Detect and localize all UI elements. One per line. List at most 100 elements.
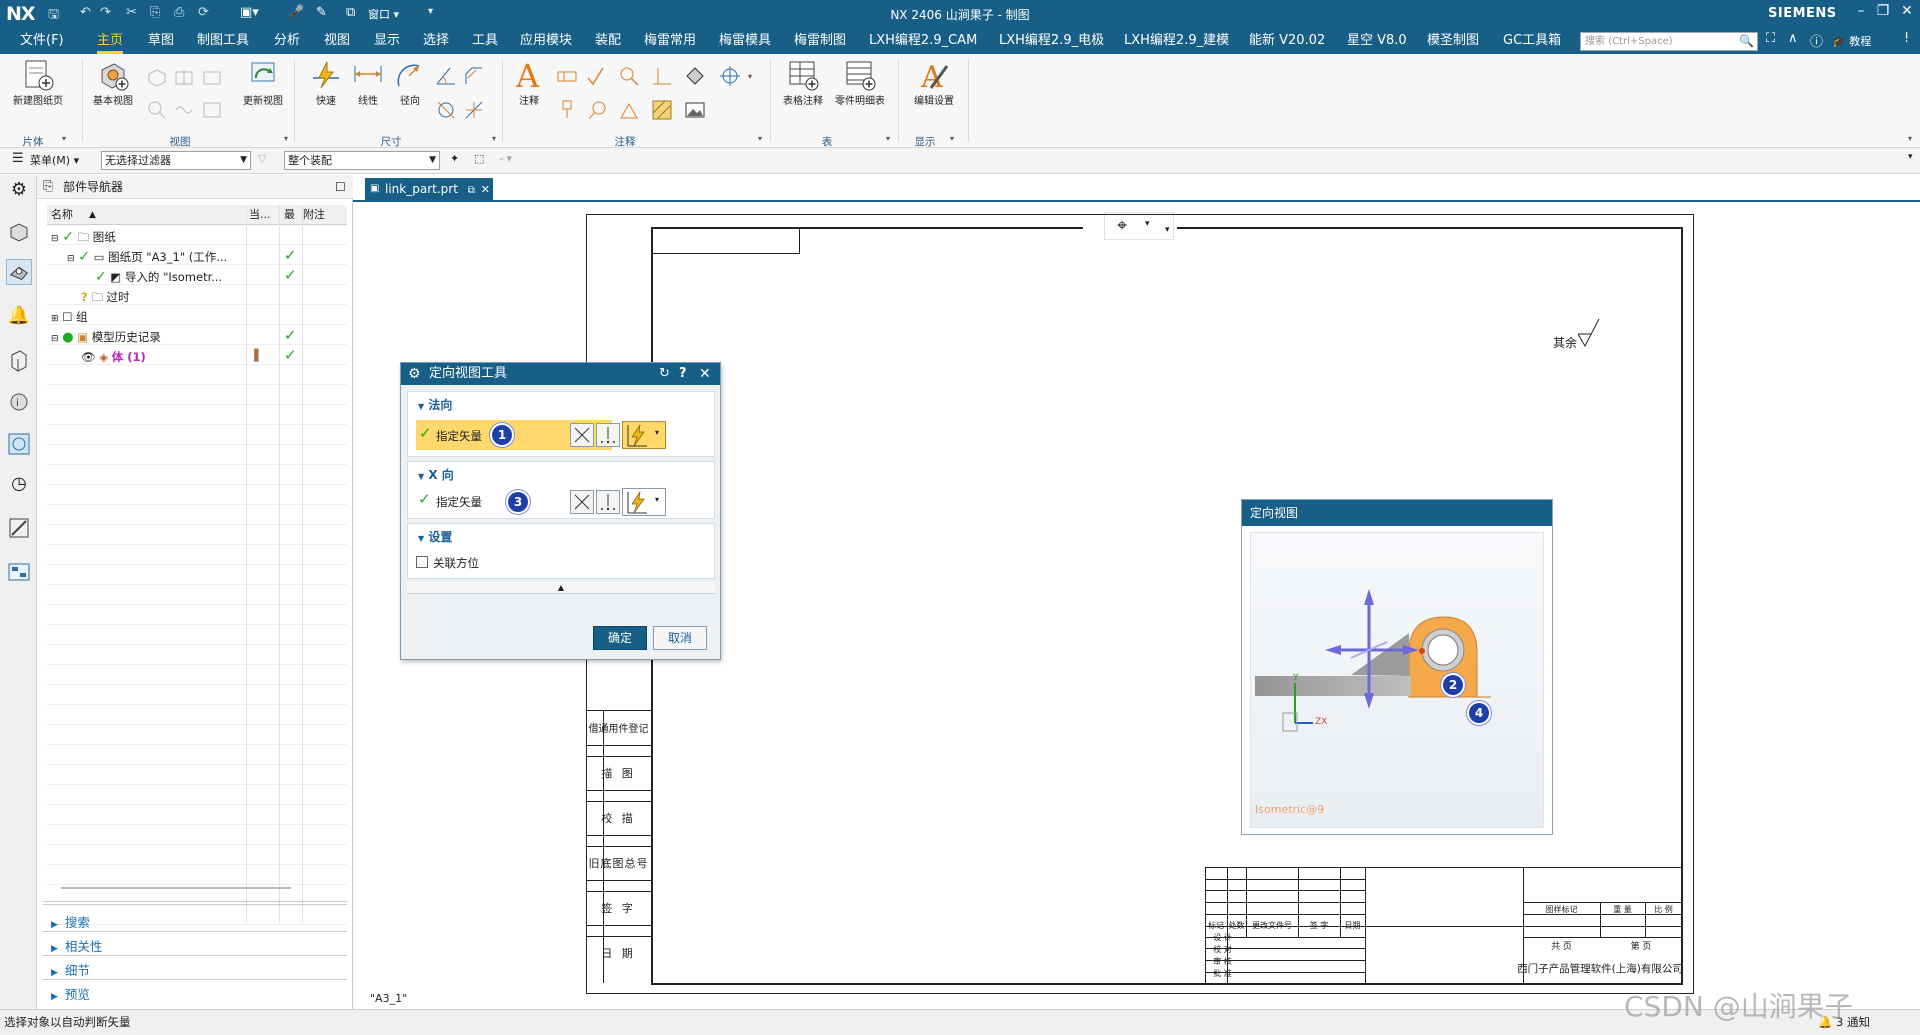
angular-dimension-icon[interactable] <box>434 64 458 88</box>
restore-icon[interactable]: ❐ <box>1870 3 1896 25</box>
panel-dependencies[interactable]: ▶ 相关性 <box>51 936 102 955</box>
thickness-dimension-icon[interactable] <box>434 98 458 122</box>
tree-item-model-history[interactable]: ⊟ ● ▣ 模型历史记录 <box>51 327 161 347</box>
group-view-dropdown[interactable]: ▾ <box>284 134 288 143</box>
sort-ascending-icon[interactable]: ▲ <box>89 205 96 225</box>
tree-item-body[interactable]: 👁 ◈ 体 (1) <box>81 347 146 367</box>
group-dimension-dropdown[interactable]: ▾ <box>492 134 496 143</box>
menu-tools[interactable]: 工具 <box>472 28 498 54</box>
tree-item-sheet-a3[interactable]: ⊟ ✓ ▭ 图纸页 "A3_1" (工作... <box>67 247 227 267</box>
section-normal-toggle[interactable]: ▼ 法向 <box>418 396 452 413</box>
panel-details[interactable]: ▶ 细节 <box>51 960 90 979</box>
copy-icon[interactable]: ⎘ <box>150 5 160 23</box>
close-dialog-icon[interactable]: ✕ <box>699 363 711 385</box>
view-creation-icon[interactable] <box>200 98 224 122</box>
menu-mosheng-drafting[interactable]: 模圣制图 <box>1427 28 1479 54</box>
section-view-icon[interactable] <box>172 66 196 90</box>
group-sheet-dropdown[interactable]: ▾ <box>62 134 66 143</box>
redo-icon[interactable]: ↷ <box>100 5 111 23</box>
notification-bell-icon[interactable]: 🔔 <box>6 305 32 331</box>
menu-dropdown[interactable]: 菜单(M) ▾ <box>30 152 79 168</box>
menu-lxh-electrode[interactable]: LXH编程2.9_电极 <box>999 28 1104 54</box>
note-button[interactable]: A 注释 <box>508 58 550 107</box>
chevron-down-icon[interactable]: ▾ <box>1165 225 1170 235</box>
settings-icon[interactable]: ⚙ <box>6 179 32 205</box>
image-icon[interactable] <box>683 98 707 122</box>
part-navigator-icon[interactable] <box>6 259 32 285</box>
view-triad-control[interactable]: ⌖ ▾ ▾ <box>1104 212 1174 240</box>
system-materials-icon[interactable] <box>6 559 32 585</box>
collapse-icon[interactable]: ⊟ <box>67 254 75 264</box>
edit-settings-button[interactable]: A 编辑设置 <box>904 58 964 107</box>
linear-dimension-button[interactable]: 线性 <box>348 58 388 107</box>
menu-assembly[interactable]: 装配 <box>595 28 621 54</box>
help-icon[interactable]: ? <box>679 363 687 385</box>
datum-feature-icon[interactable] <box>555 98 579 122</box>
reset-icon[interactable]: ↻ <box>659 363 670 385</box>
repeat-command-icon[interactable]: ⟳ <box>198 5 209 23</box>
menu-gc-toolbox[interactable]: GC工具箱 <box>1503 28 1561 54</box>
tree-item-drawing[interactable]: ⊟ ✓ 🗀 图纸 <box>51 227 116 247</box>
menu-xingkong[interactable]: 星空 V8.0 <box>1347 28 1407 54</box>
menu-select[interactable]: 选择 <box>423 28 449 54</box>
reverse-direction-button[interactable] <box>596 423 620 447</box>
column-notes[interactable]: 附注 <box>303 205 325 225</box>
fill-icon[interactable] <box>683 64 707 88</box>
menu-hamburger-icon[interactable]: ☰ <box>12 151 24 166</box>
menu-file[interactable]: 文件(F) <box>20 28 64 54</box>
panel-search[interactable]: ▶ 搜索 <box>51 912 90 931</box>
edit-icon[interactable]: ✎ <box>316 5 327 23</box>
radial-dimension-button[interactable]: 径向 <box>390 58 430 107</box>
tutorial-link[interactable]: 🎓 教程 <box>1832 33 1871 49</box>
command-search-input[interactable]: 搜索 (Ctrl+Space) 🔍 <box>1580 32 1758 51</box>
web-browser-icon[interactable] <box>6 431 32 457</box>
history-clock-icon[interactable]: ◷ <box>6 473 32 499</box>
undo-icon[interactable]: ↶ <box>80 5 91 23</box>
weld-symbol-icon[interactable] <box>650 64 674 88</box>
group-display-dropdown[interactable]: ▾ <box>950 134 954 143</box>
menu-meilei-common[interactable]: 梅雷常用 <box>644 28 696 54</box>
ok-button[interactable]: 确定 <box>593 626 647 650</box>
group-annotation-dropdown[interactable]: ▾ <box>758 134 762 143</box>
table-note-button[interactable]: 表格注释 <box>778 58 828 107</box>
horizontal-scrollbar[interactable] <box>61 887 291 889</box>
projected-view-icon[interactable] <box>145 66 169 90</box>
menu-analysis[interactable]: 分析 <box>274 28 300 54</box>
target-point-icon[interactable] <box>617 98 641 122</box>
selection-filter-select[interactable]: 无选择过滤器 ▼ <box>101 151 251 170</box>
menu-nengxin[interactable]: 能新 V20.02 <box>1249 28 1325 54</box>
visibility-eye-icon[interactable]: 👁 <box>81 350 96 364</box>
feature-control-frame-icon[interactable] <box>555 64 579 88</box>
detail-view-icon[interactable] <box>145 98 169 122</box>
vector-dialog-button[interactable] <box>570 423 594 447</box>
group-table-dropdown[interactable]: ▾ <box>886 134 890 143</box>
new-sheet-button[interactable]: 新建图纸页 <box>8 58 68 107</box>
center-mark-dropdown[interactable]: ▾ <box>748 72 752 81</box>
fullscreen-icon[interactable]: ⛶ <box>1766 31 1775 46</box>
collapse-icon[interactable]: ⊟ <box>51 334 59 344</box>
reverse-direction-button[interactable] <box>596 490 620 514</box>
collapse-more-icon[interactable]: ▲ <box>407 582 715 594</box>
cut-icon[interactable]: ✂ <box>126 5 137 23</box>
menu-applications[interactable]: 应用模块 <box>520 28 572 54</box>
preview-canvas[interactable]: Y ZX 2 4 Isometric@9 <box>1250 532 1544 828</box>
selection-scope-select[interactable]: 整个装配 ▼ <box>284 151 440 170</box>
parts-list-button[interactable]: 零件明细表 <box>830 58 890 107</box>
expand-icon[interactable]: ⊞ <box>51 314 59 324</box>
ribbon-options-dropdown[interactable]: ▾ <box>1908 134 1912 143</box>
panel-preview[interactable]: ▶ 预览 <box>51 984 90 1003</box>
window-menu[interactable]: 窗口 ▾ <box>368 6 399 24</box>
inferred-vector-button[interactable]: ▾ <box>622 421 666 449</box>
associative-checkbox[interactable] <box>416 556 428 568</box>
toolbar-options-dropdown[interactable]: ▾ <box>1908 152 1913 162</box>
cancel-button[interactable]: 取消 <box>653 626 707 650</box>
paste-icon[interactable]: ⎙ <box>174 5 184 23</box>
customize-qa-icon[interactable]: ▾ <box>428 6 433 24</box>
x-vector-label[interactable]: 指定矢量 <box>436 494 482 510</box>
menu-drafting-tools[interactable]: 制图工具 <box>197 28 249 54</box>
help-icon[interactable]: ⓘ <box>1810 31 1823 50</box>
touch-mode-icon[interactable]: ▣▾ <box>240 5 259 23</box>
quick-dimension-button[interactable]: 快速 <box>306 58 346 107</box>
save-icon[interactable]: 🖫 <box>48 5 59 23</box>
menu-meilei-mold[interactable]: 梅雷模具 <box>719 28 771 54</box>
